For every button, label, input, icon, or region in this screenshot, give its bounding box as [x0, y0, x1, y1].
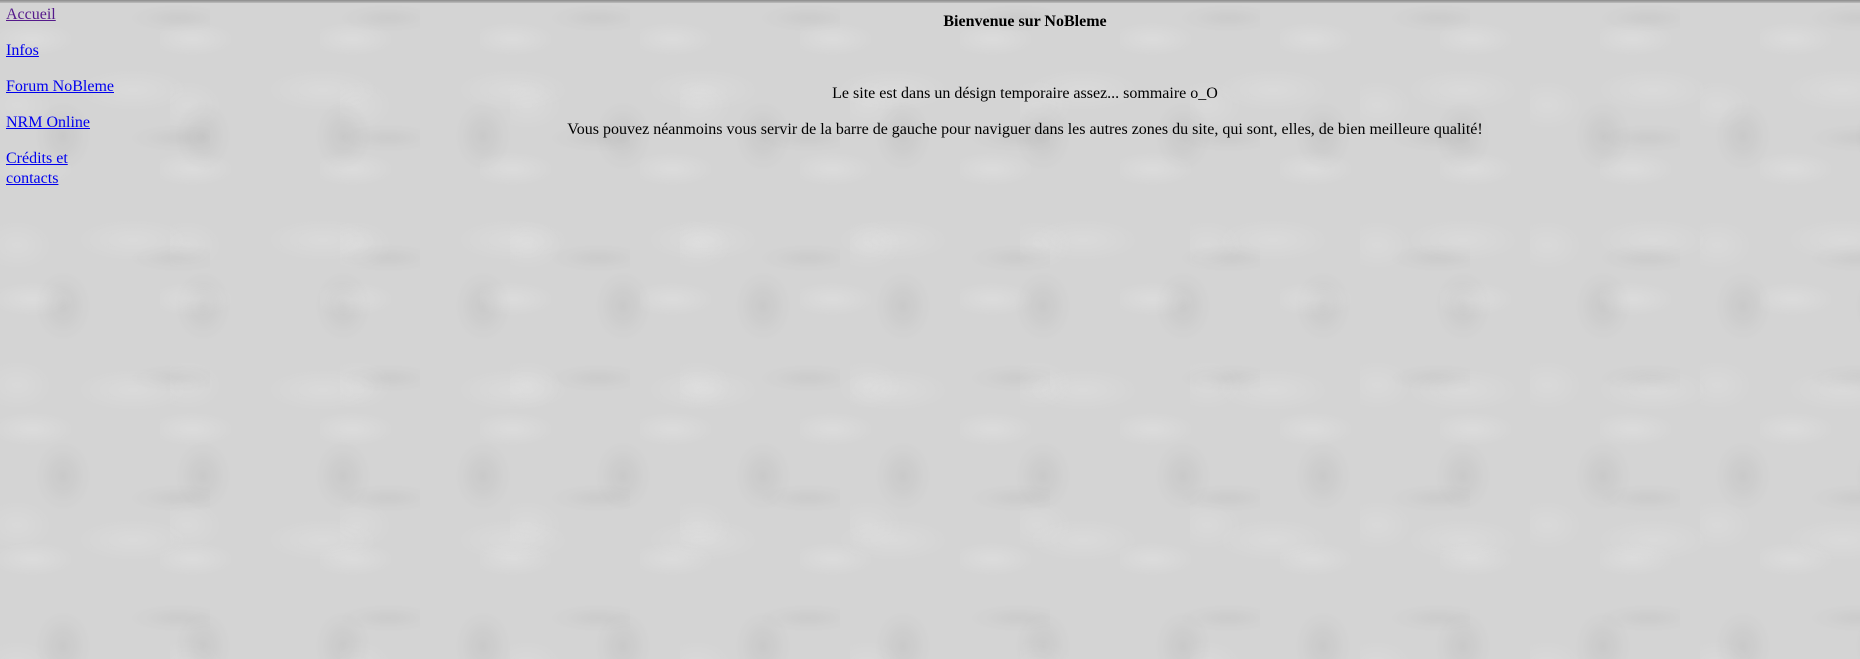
sidebar-nav: Accueil Infos Forum NoBleme NRM Online C…: [6, 5, 126, 205]
sidebar-item-nrm-online[interactable]: NRM Online: [6, 113, 116, 133]
sidebar-item-forum[interactable]: Forum NoBleme: [6, 77, 116, 97]
navigation-hint-text: Vous pouvez néanmoins vous servir de la …: [567, 121, 1483, 138]
sidebar-item-infos[interactable]: Infos: [6, 41, 116, 61]
page-title: Bienvenue sur NoBleme: [943, 13, 1107, 30]
top-border: [0, 0, 1860, 3]
main-content: Bienvenue sur NoBleme Le site est dans u…: [140, 12, 1860, 140]
sidebar-item-accueil[interactable]: Accueil: [6, 5, 116, 25]
sidebar-item-credits[interactable]: Crédits et contacts: [6, 149, 76, 189]
intro-text: Le site est dans un désign temporaire as…: [832, 85, 1218, 102]
